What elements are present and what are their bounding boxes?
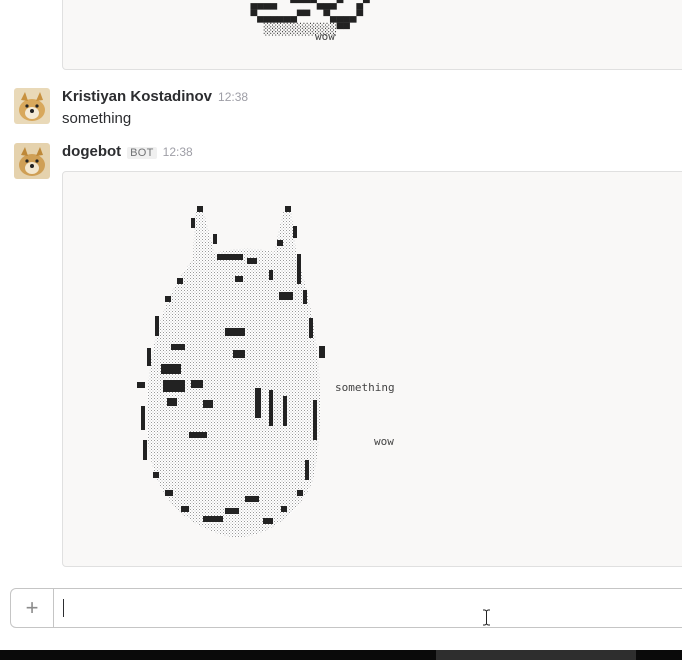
- doge-avatar[interactable]: [14, 88, 50, 124]
- taskbar-active-item[interactable]: [436, 650, 636, 660]
- taskbar: [0, 650, 682, 660]
- ibeam-cursor-icon: [483, 609, 490, 626]
- doge-avatar[interactable]: [14, 143, 50, 179]
- doge-ascii-art: ▄▄▄▄ ▀▀▀▀▄▄▄▀ ▄▀ ▀▄▄▄▄▄▄▀▀ ▀▄▄▄▄▀ ░░░░░░…: [250, 0, 370, 36]
- ascii-art-attachment: ▄▄▄▄ ▀▀▀▀▄▄▄▀ ▄▀ ▀▄▄▄▄▄▄▀▀ ▀▄▄▄▄▀ ░░░░░░…: [62, 0, 682, 70]
- message-timestamp[interactable]: 12:38: [218, 90, 248, 104]
- ascii-wow-text: wow: [374, 435, 394, 448]
- message-composer: +: [10, 588, 682, 628]
- ascii-art-attachment: something wow: [62, 171, 682, 567]
- bot-badge: BOT: [127, 147, 157, 159]
- author-name[interactable]: dogebot: [62, 143, 121, 160]
- ascii-wow-text: wow: [315, 30, 335, 43]
- author-name[interactable]: Kristiyan Kostadinov: [62, 88, 212, 105]
- message-timestamp[interactable]: 12:38: [163, 145, 193, 159]
- plus-icon[interactable]: +: [11, 589, 54, 627]
- message-text: something: [62, 110, 132, 127]
- message-header: dogebot BOT 12:38: [62, 143, 193, 160]
- message-header: Kristiyan Kostadinov 12:38: [62, 88, 248, 105]
- ascii-something-text: something: [335, 381, 395, 394]
- message-input[interactable]: [55, 589, 682, 627]
- text-caret: [63, 599, 64, 617]
